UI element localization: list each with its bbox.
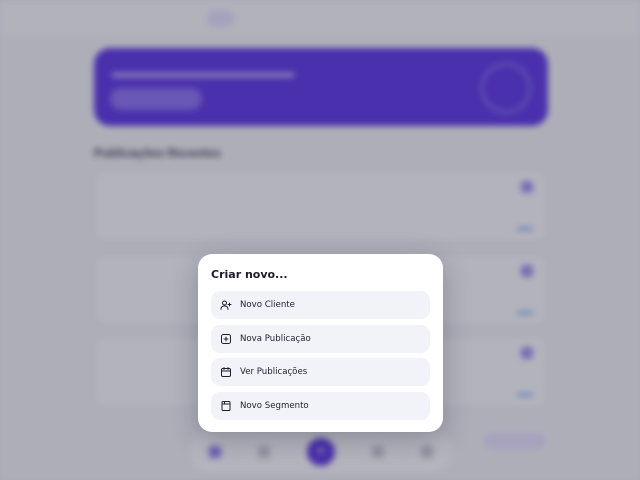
option-label: Nova Publicação [240, 333, 311, 344]
modal-title: Criar novo... [211, 268, 288, 281]
new-client-option[interactable]: Novo Cliente [211, 291, 430, 319]
create-new-modal: Criar novo... Novo Cliente Nova Publicaç… [198, 254, 443, 432]
view-publications-option[interactable]: Ver Publicações [211, 358, 430, 386]
plus-square-icon [220, 333, 232, 345]
option-label: Novo Segmento [240, 400, 309, 411]
calendar-icon [220, 366, 232, 378]
new-publication-option[interactable]: Nova Publicação [211, 324, 430, 353]
option-label: Ver Publicações [240, 367, 308, 377]
user-plus-icon [220, 299, 232, 311]
new-segment-option[interactable]: Novo Segmento [211, 391, 430, 420]
book-icon [220, 400, 232, 412]
option-label: Novo Cliente [240, 300, 295, 310]
